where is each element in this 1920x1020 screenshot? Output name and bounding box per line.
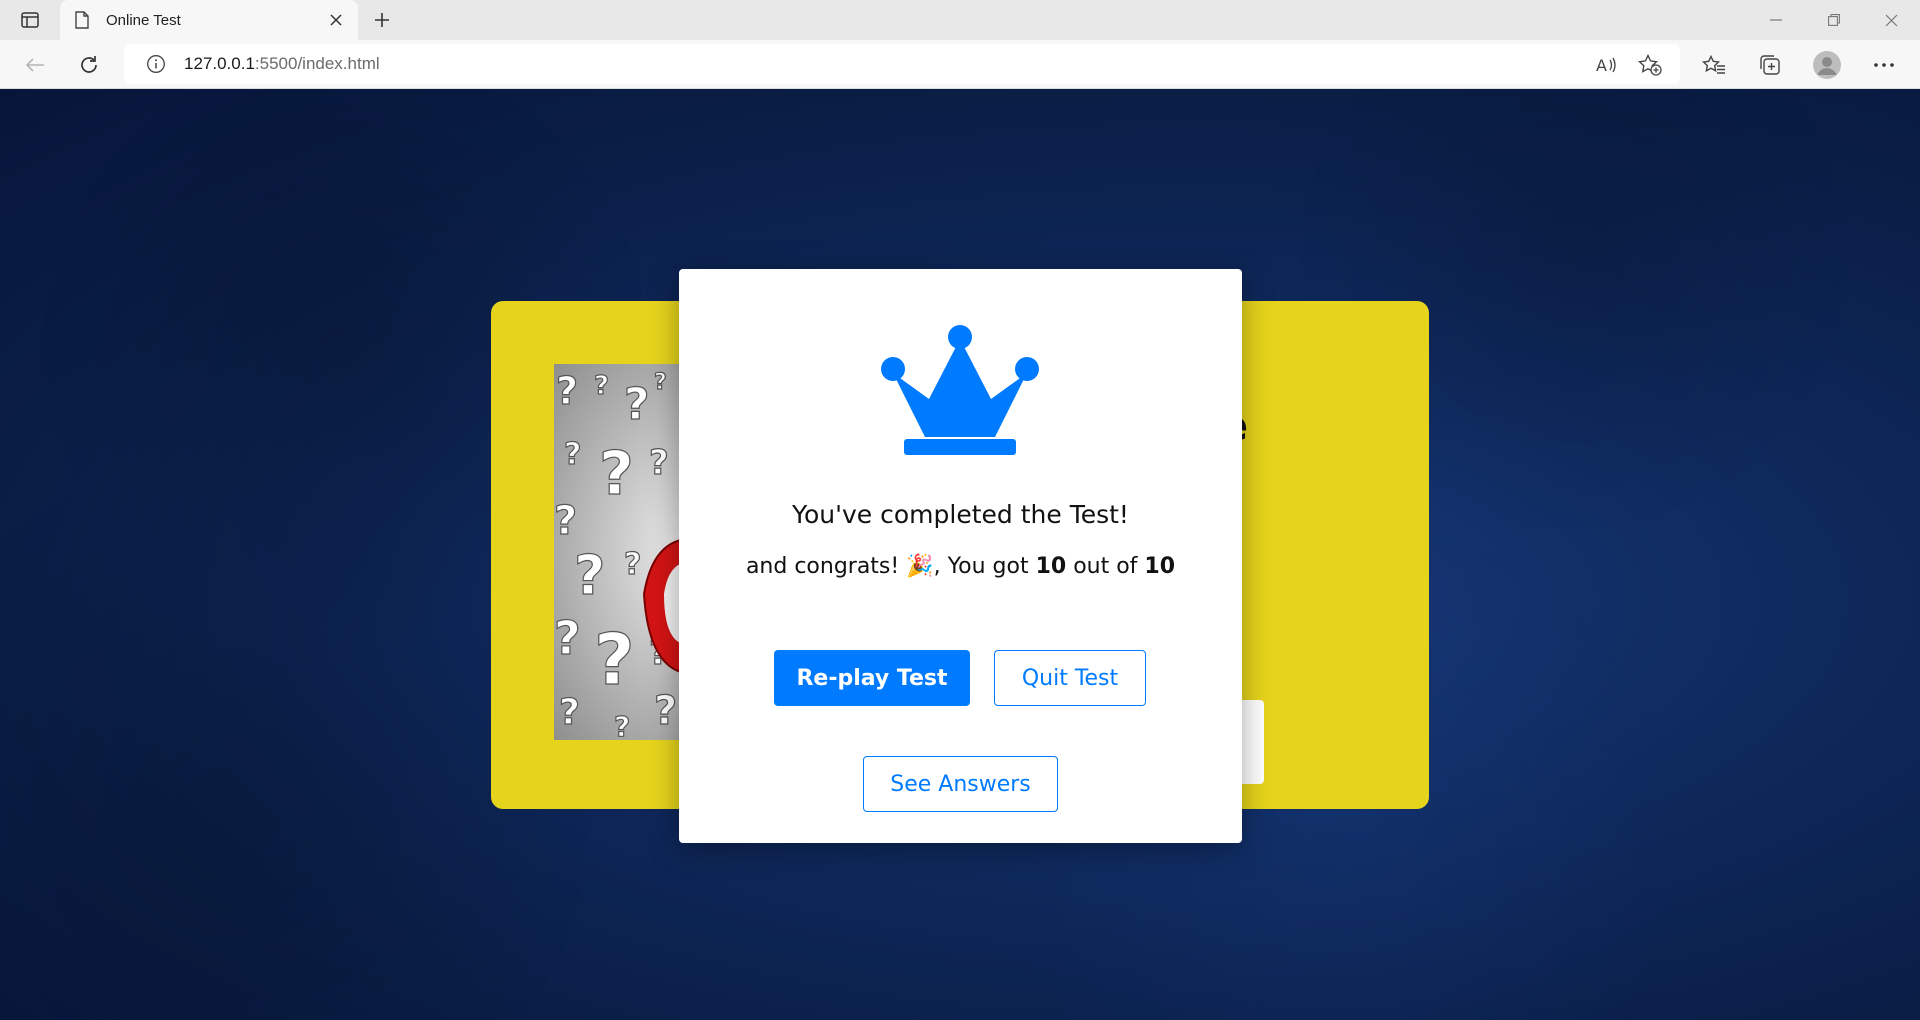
url-field[interactable]: 127.0.0.1:5500/index.html	[124, 44, 1680, 84]
close-icon[interactable]	[326, 10, 346, 30]
svg-text:?: ?	[554, 498, 577, 544]
svg-text:?: ?	[556, 369, 578, 413]
score-prefix: and congrats!	[745, 554, 907, 579]
svg-text:?: ?	[624, 547, 641, 582]
replay-test-button[interactable]: Re-play Test	[774, 650, 970, 706]
minimize-icon[interactable]	[1748, 0, 1804, 40]
info-icon[interactable]	[146, 54, 166, 74]
back-icon[interactable]	[18, 48, 52, 82]
svg-text:?: ?	[594, 371, 609, 401]
plus-icon[interactable]	[368, 6, 396, 34]
read-aloud-icon[interactable]: A	[1590, 48, 1624, 82]
page-icon	[74, 11, 92, 29]
refresh-icon[interactable]	[72, 48, 106, 82]
svg-text:?: ?	[574, 544, 605, 607]
svg-text:?: ?	[654, 688, 677, 734]
favorites-icon[interactable]	[1697, 48, 1731, 82]
svg-text:?: ?	[564, 437, 581, 472]
restore-icon[interactable]	[1806, 0, 1862, 40]
svg-text:?: ?	[594, 619, 635, 701]
sidebar-toggle-icon[interactable]	[16, 8, 44, 32]
collections-icon[interactable]	[1753, 48, 1787, 82]
score-value: 10	[1035, 554, 1067, 579]
result-modal: You've completed the Test! and congrats!…	[679, 269, 1242, 843]
completion-title: You've completed the Test!	[792, 500, 1129, 529]
profile-icon[interactable]	[1810, 48, 1844, 82]
see-answers-button[interactable]: See Answers	[863, 756, 1058, 812]
tab-title: Online Test	[106, 11, 181, 29]
svg-text:?: ?	[599, 439, 634, 509]
url-path: :5500/index.html	[254, 54, 380, 73]
party-popper-icon: 🎉	[906, 554, 934, 579]
page-viewport: ? ? ? ? ? ? ? ? ? ? ? ? ? ? ? ?	[0, 89, 1920, 1020]
score-text: and congrats! 🎉, You got 10 out of 10	[679, 554, 1242, 579]
more-icon[interactable]	[1867, 48, 1901, 82]
svg-text:?: ?	[559, 692, 580, 733]
url-host: 127.0.0.1	[184, 54, 255, 73]
address-bar: 127.0.0.1:5500/index.html A	[0, 40, 1920, 89]
quit-test-button[interactable]: Quit Test	[994, 650, 1146, 706]
svg-text:?: ?	[554, 611, 581, 665]
svg-text:?: ?	[654, 370, 667, 395]
add-favorite-icon[interactable]	[1633, 48, 1667, 82]
score-total: 10	[1144, 554, 1176, 579]
score-mid: , You got	[933, 554, 1036, 579]
svg-text:?: ?	[649, 443, 669, 483]
svg-text:?: ?	[624, 379, 650, 430]
svg-text:A: A	[1596, 56, 1607, 74]
crown-icon	[881, 325, 1039, 455]
score-separator: out of	[1066, 554, 1145, 579]
browser-tab[interactable]: Online Test	[60, 0, 358, 40]
svg-text:?: ?	[614, 710, 630, 740]
window-close-icon[interactable]	[1863, 0, 1919, 40]
browser-tab-bar: Online Test	[0, 0, 1920, 40]
